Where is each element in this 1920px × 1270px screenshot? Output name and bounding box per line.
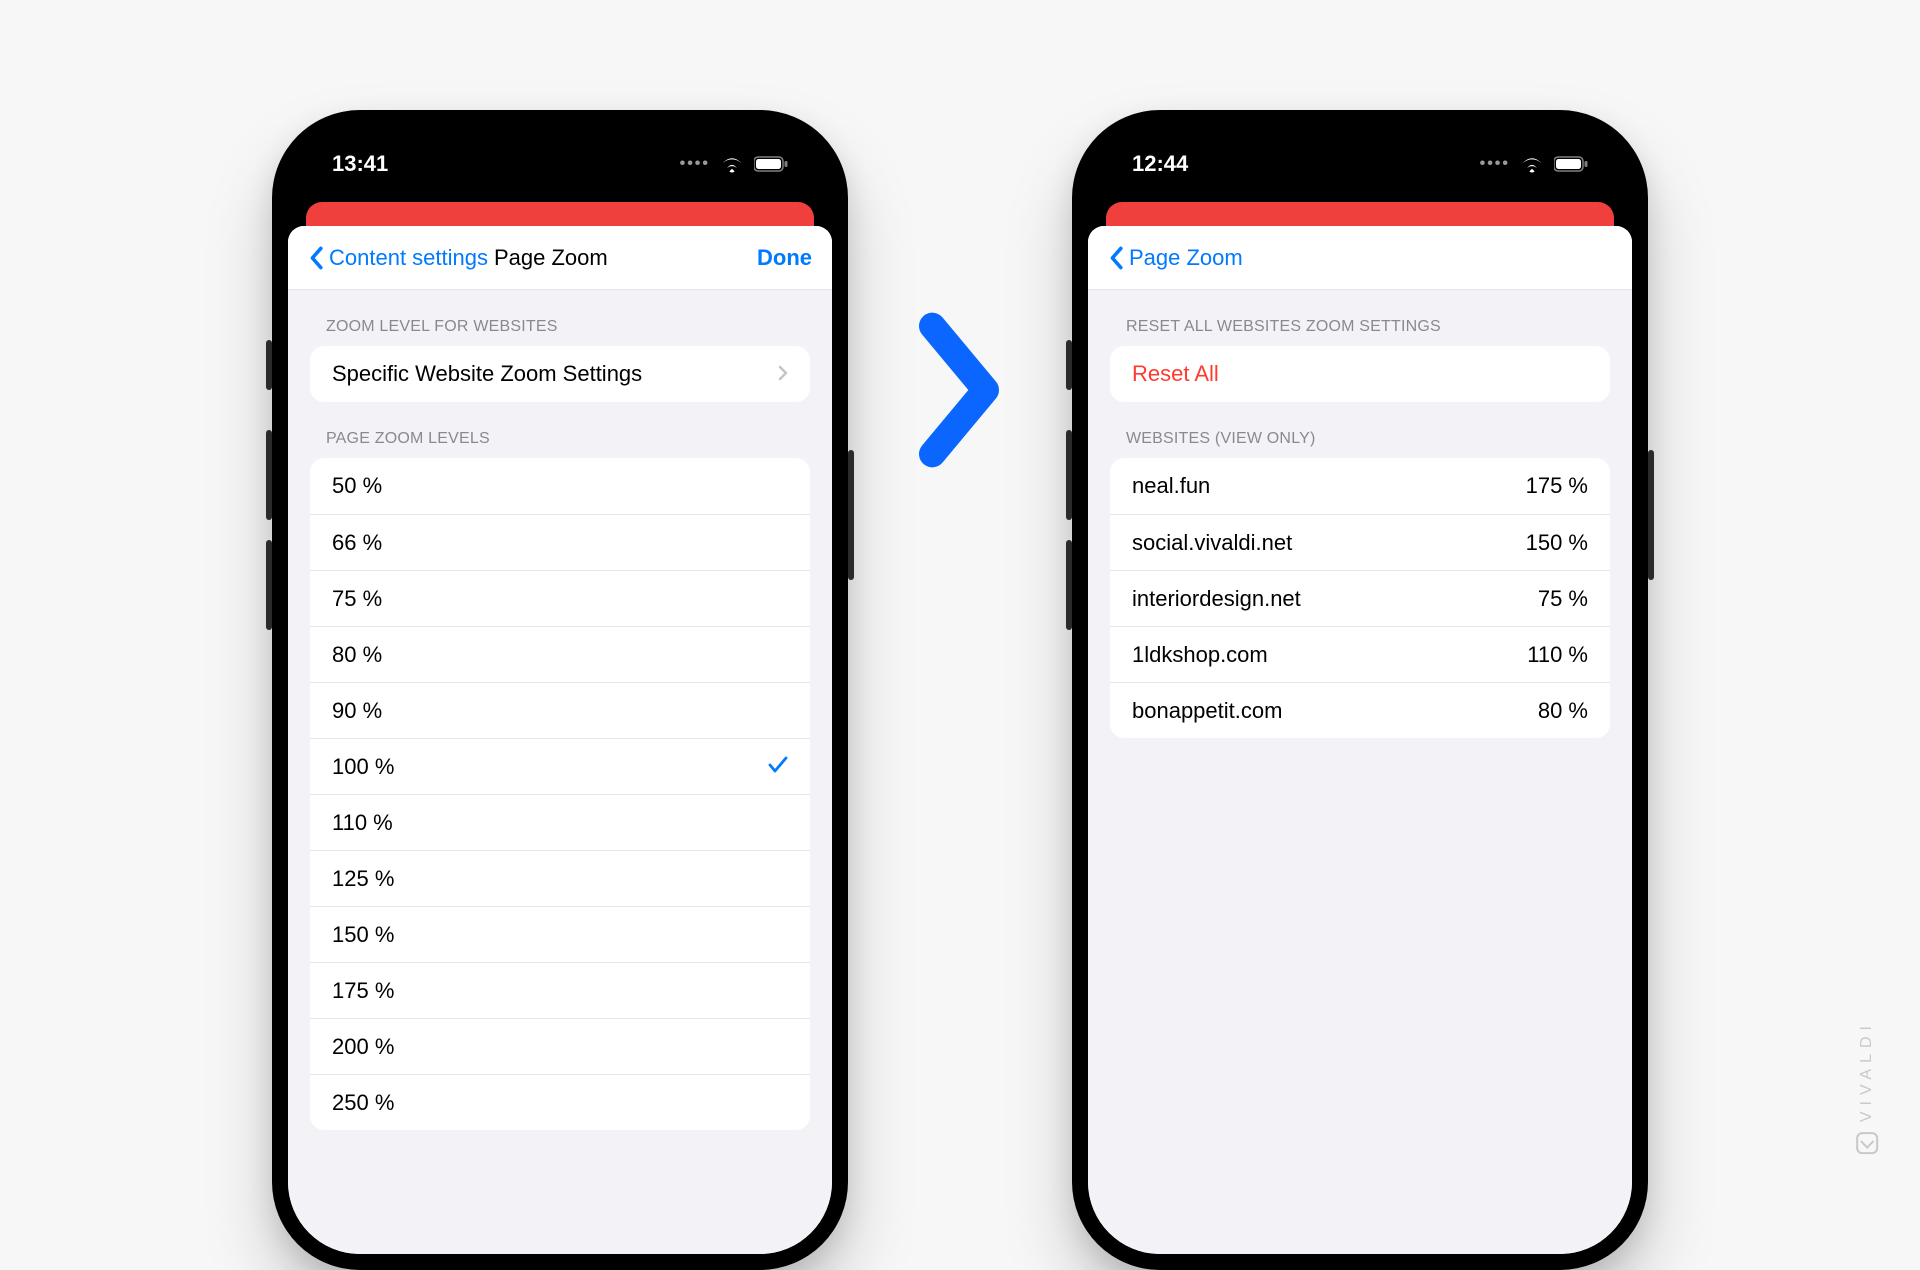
website-host: neal.fun	[1132, 473, 1210, 499]
zoom-level-label: 100 %	[332, 754, 394, 780]
status-time: 13:41	[332, 151, 388, 177]
website-zoom-row: 1ldkshop.com 110 %	[1110, 626, 1610, 682]
chevron-left-icon	[308, 246, 324, 270]
chevron-left-icon	[1108, 246, 1124, 270]
status-bar: 12:44 ••••	[1088, 126, 1632, 202]
back-button[interactable]: Page Zoom	[1108, 245, 1243, 271]
side-button	[848, 450, 854, 580]
zoom-level-row[interactable]: 75 %	[310, 570, 810, 626]
zoom-level-row[interactable]: 50 %	[310, 458, 810, 514]
back-button[interactable]: Content settings	[308, 245, 488, 271]
website-zoom-value: 110 %	[1527, 642, 1588, 668]
back-label: Content settings	[329, 245, 488, 271]
watermark-text: VIVALDI	[1858, 1020, 1876, 1122]
row-label: Specific Website Zoom Settings	[332, 361, 642, 387]
checkmark-icon	[768, 753, 788, 781]
zoom-level-label: 175 %	[332, 978, 394, 1004]
zoom-level-label: 50 %	[332, 473, 382, 499]
zoom-level-row[interactable]: 125 %	[310, 850, 810, 906]
status-time: 12:44	[1132, 151, 1188, 177]
website-zoom-value: 175 %	[1526, 473, 1588, 499]
zoom-level-row[interactable]: 66 %	[310, 514, 810, 570]
back-label: Page Zoom	[1129, 245, 1243, 271]
done-button[interactable]: Done	[757, 245, 812, 271]
zoom-level-label: 200 %	[332, 1034, 394, 1060]
side-button	[266, 430, 272, 520]
wifi-icon	[720, 155, 744, 173]
zoom-level-label: 110 %	[332, 810, 393, 836]
battery-icon	[754, 156, 788, 172]
website-zoom-row: interiordesign.net 75 %	[1110, 570, 1610, 626]
website-zoom-value: 75 %	[1538, 586, 1588, 612]
nav-bar: Content settings Page Zoom Done	[288, 226, 832, 290]
section-header-websites: WEBSITES (VIEW ONLY)	[1088, 402, 1632, 458]
zoom-level-label: 90 %	[332, 698, 382, 724]
website-host: 1ldkshop.com	[1132, 642, 1268, 668]
zoom-level-row[interactable]: 110 %	[310, 794, 810, 850]
zoom-level-label: 150 %	[332, 922, 394, 948]
phone-left: 13:41 •••• Content settings Page Zoom Do…	[272, 110, 848, 1270]
website-host: social.vivaldi.net	[1132, 530, 1292, 556]
page-title: Page Zoom	[494, 245, 608, 271]
status-bar: 13:41 ••••	[288, 126, 832, 202]
zoom-level-row[interactable]: 90 %	[310, 682, 810, 738]
website-zoom-value: 150 %	[1526, 530, 1588, 556]
website-host: interiordesign.net	[1132, 586, 1301, 612]
side-button	[1066, 430, 1072, 520]
battery-icon	[1554, 156, 1588, 172]
section-header-zoom-levels: PAGE ZOOM LEVELS	[288, 402, 832, 458]
chevron-right-icon	[778, 361, 788, 387]
section-header-reset: RESET ALL WEBSITES ZOOM SETTINGS	[1088, 290, 1632, 346]
vivaldi-watermark: VIVALDI	[1856, 1020, 1878, 1154]
side-button	[266, 540, 272, 630]
zoom-level-label: 80 %	[332, 642, 382, 668]
website-zoom-row: neal.fun 175 %	[1110, 458, 1610, 514]
flow-arrow-icon	[904, 310, 1014, 475]
wifi-icon	[1520, 155, 1544, 173]
reset-all-button[interactable]: Reset All	[1110, 346, 1610, 402]
zoom-level-row[interactable]: 175 %	[310, 962, 810, 1018]
nav-bar: Page Zoom	[1088, 226, 1632, 290]
website-host: bonappetit.com	[1132, 698, 1282, 724]
phone-right: 12:44 •••• Page Zoom RESET ALL WEBSIT	[1072, 110, 1648, 1270]
zoom-level-label: 250 %	[332, 1090, 394, 1116]
side-button	[1066, 340, 1072, 390]
vivaldi-logo-icon	[1856, 1132, 1878, 1154]
cellular-dots-icon: ••••	[680, 155, 710, 173]
zoom-level-label: 75 %	[332, 586, 382, 612]
zoom-level-row[interactable]: 100 %	[310, 738, 810, 794]
zoom-level-row[interactable]: 80 %	[310, 626, 810, 682]
specific-website-zoom-row[interactable]: Specific Website Zoom Settings	[310, 346, 810, 402]
website-zoom-value: 80 %	[1538, 698, 1588, 724]
website-zoom-row: bonappetit.com 80 %	[1110, 682, 1610, 738]
row-label: Reset All	[1132, 361, 1219, 387]
side-button	[266, 340, 272, 390]
section-header-zoom-websites: ZOOM LEVEL FOR WEBSITES	[288, 290, 832, 346]
zoom-level-row[interactable]: 150 %	[310, 906, 810, 962]
website-zoom-row: social.vivaldi.net 150 %	[1110, 514, 1610, 570]
zoom-level-label: 66 %	[332, 530, 382, 556]
zoom-level-row[interactable]: 250 %	[310, 1074, 810, 1130]
side-button	[1066, 540, 1072, 630]
zoom-level-label: 125 %	[332, 866, 394, 892]
side-button	[1648, 450, 1654, 580]
zoom-level-row[interactable]: 200 %	[310, 1018, 810, 1074]
cellular-dots-icon: ••••	[1480, 155, 1510, 173]
